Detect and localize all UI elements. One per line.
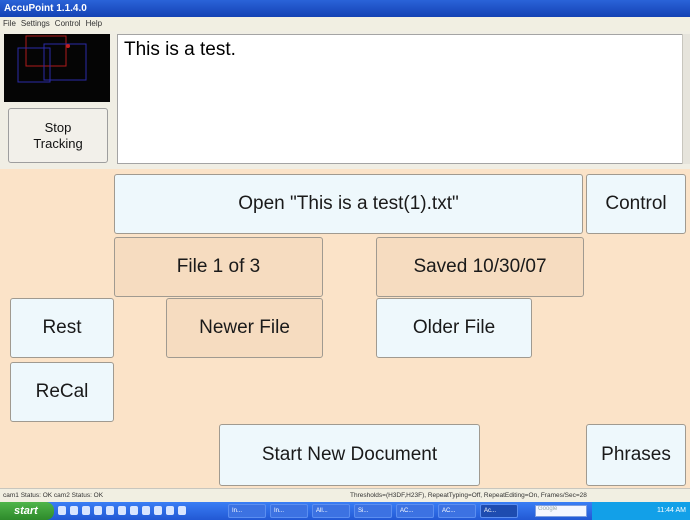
quick-launch-icon[interactable] [154,506,162,515]
stop-label: Stop [44,119,72,135]
tracking-label: Tracking [33,135,83,151]
quick-launch-icon[interactable] [178,506,186,515]
control-button[interactable]: Control [586,174,686,234]
menu-bar: File Settings Control Help [0,17,690,31]
quick-launch-icon[interactable] [142,506,150,515]
open-file-button[interactable]: Open "This is a test(1).txt" [114,174,583,234]
stop-tracking-button[interactable]: Stop Tracking [8,108,108,163]
quick-launch-icon[interactable] [106,506,114,515]
start-new-document-button[interactable]: Start New Document [219,424,480,486]
menu-control[interactable]: Control [55,17,81,31]
text-scrollbar[interactable] [682,34,690,164]
camera-preview [4,34,110,102]
quick-launch [58,506,186,515]
settings-status: Thresholds=(H3DF,H23F), RepeatTyping=Off… [350,492,587,499]
system-tray: 11:44 AM [592,502,690,520]
window-title: AccuPoint 1.1.4.0 [0,0,690,17]
menu-file[interactable]: File [3,17,16,31]
older-file-button[interactable]: Older File [376,298,532,358]
document-text-area[interactable]: This is a test. [117,34,683,164]
taskbar-item[interactable]: AC... [396,504,434,518]
quick-launch-icon[interactable] [130,506,138,515]
start-button[interactable]: start [0,502,54,520]
task-items: In... In... All... Si... AC... AC... Ac.… [228,504,518,518]
quick-launch-icon[interactable] [70,506,78,515]
taskbar-item[interactable]: Si... [354,504,392,518]
menu-settings[interactable]: Settings [21,17,50,31]
taskbar-item-active[interactable]: Ac... [480,504,518,518]
taskbar: start In... In... All... Si... AC... AC.… [0,502,690,520]
quick-launch-icon[interactable] [118,506,126,515]
taskbar-item[interactable]: In... [228,504,266,518]
rest-button[interactable]: Rest [10,298,114,358]
tracking-preview-icon [17,35,87,83]
quick-launch-icon[interactable] [166,506,174,515]
file-index-button[interactable]: File 1 of 3 [114,237,323,297]
quick-launch-icon[interactable] [58,506,66,515]
quick-launch-icon[interactable] [94,506,102,515]
phrases-button[interactable]: Phrases [586,424,686,486]
saved-date-button[interactable]: Saved 10/30/07 [376,237,584,297]
clock: 11:44 AM [656,507,686,514]
recal-button[interactable]: ReCal [10,362,114,422]
taskbar-search-input[interactable]: Google [535,505,587,517]
camera-status: cam1 Status: OK cam2 Status: OK [3,492,104,499]
taskbar-item[interactable]: All... [312,504,350,518]
taskbar-item[interactable]: In... [270,504,308,518]
quick-launch-icon[interactable] [82,506,90,515]
menu-help[interactable]: Help [86,17,102,31]
taskbar-item[interactable]: AC... [438,504,476,518]
newer-file-button[interactable]: Newer File [166,298,323,358]
status-bar: cam1 Status: OK cam2 Status: OK Threshol… [0,488,690,502]
